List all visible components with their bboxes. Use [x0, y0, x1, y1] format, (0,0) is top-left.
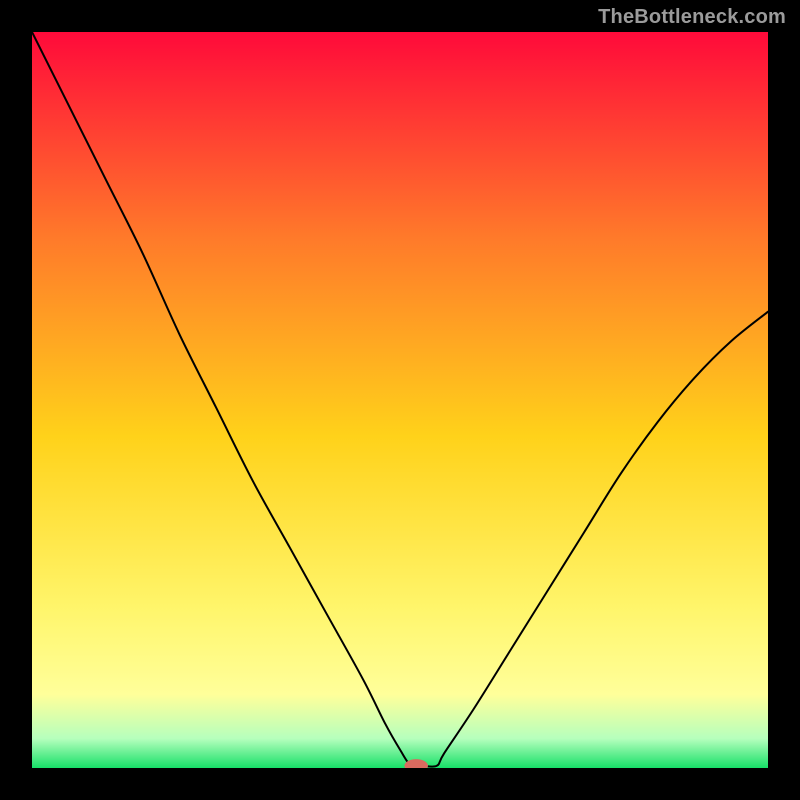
chart-svg — [32, 32, 768, 768]
gradient-background — [32, 32, 768, 768]
watermark-text: TheBottleneck.com — [598, 6, 786, 29]
plot-area — [32, 32, 768, 768]
chart-frame: TheBottleneck.com — [0, 0, 800, 800]
